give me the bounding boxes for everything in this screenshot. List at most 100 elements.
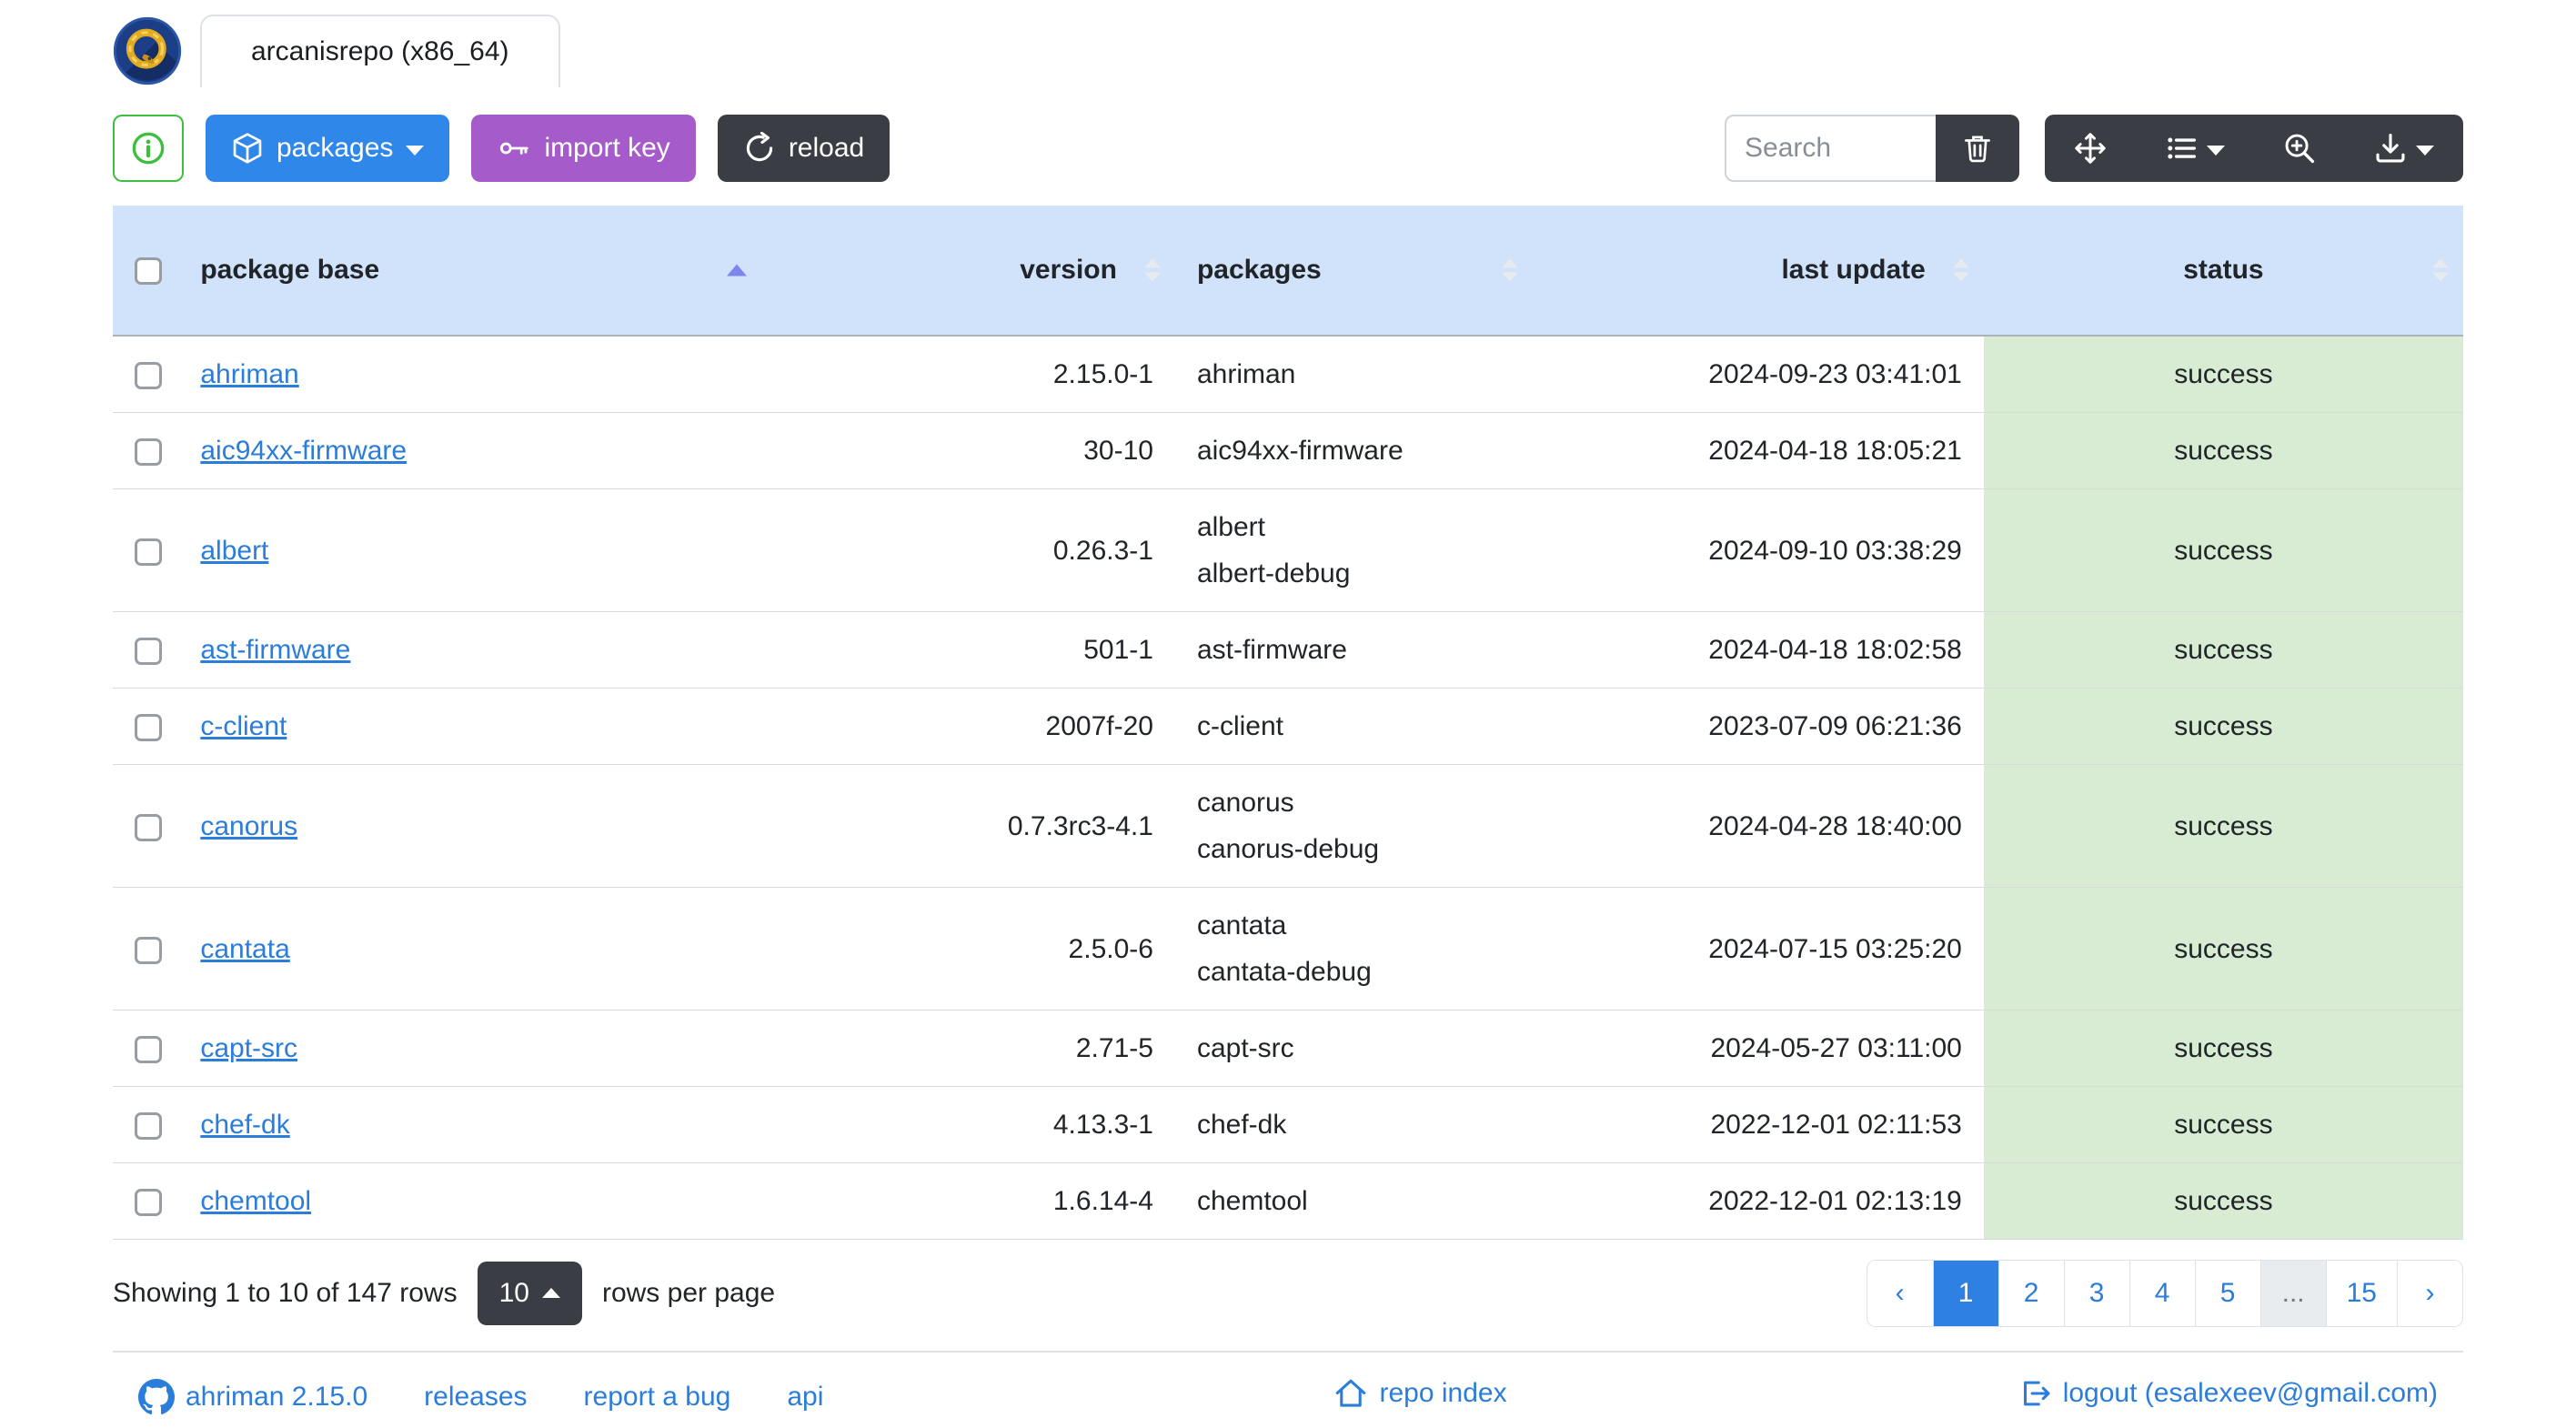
- status-cell: success: [1983, 1086, 2463, 1163]
- row-checkbox[interactable]: [135, 936, 162, 964]
- package-base-link[interactable]: ast-firmware: [200, 635, 350, 665]
- package-base-link[interactable]: albert: [200, 536, 268, 566]
- row-checkbox[interactable]: [135, 813, 162, 841]
- next-page-button[interactable]: ›: [2397, 1261, 2462, 1326]
- row-checkbox[interactable]: [135, 438, 162, 467]
- table-row: capt-src 2.71-5 capt-src 2024-05-27 03:11:0…: [113, 1010, 2463, 1087]
- github-icon: [138, 1379, 175, 1415]
- last-update-cell: 2022-12-01 02:13:19: [1532, 1162, 1984, 1240]
- releases-link[interactable]: releases: [424, 1382, 527, 1413]
- repo-tab[interactable]: arcanisrepo (x86_64): [200, 15, 560, 87]
- reload-button-label: reload: [788, 133, 865, 163]
- delete-button[interactable]: [1936, 115, 2019, 182]
- package-base-cell: ahriman: [178, 335, 762, 413]
- row-checkbox[interactable]: [135, 1112, 162, 1141]
- chevron-up-icon: [541, 1287, 560, 1298]
- footer-left: ahriman 2.15.0 releases report a bug api: [138, 1379, 823, 1415]
- header-last-update[interactable]: last update: [1532, 206, 1984, 337]
- repo-index-label: repo index: [1379, 1378, 1507, 1408]
- package-base-link[interactable]: aic94xx-firmware: [200, 436, 407, 466]
- report-bug-link[interactable]: report a bug: [584, 1382, 731, 1413]
- arrows-move-icon: [2075, 133, 2106, 164]
- packages-dropdown-button[interactable]: packages: [206, 115, 450, 182]
- version-cell: 30-10: [761, 412, 1175, 489]
- package-base-link[interactable]: ahriman: [200, 359, 298, 389]
- page-size-value: 10: [498, 1278, 529, 1308]
- package-base-link[interactable]: chemtool: [200, 1186, 311, 1216]
- row-checkbox[interactable]: [135, 638, 162, 666]
- export-dropdown-button[interactable]: [2345, 115, 2463, 182]
- row-summary: Showing 1 to 10 of 147 rows: [113, 1278, 458, 1308]
- page-button-5[interactable]: 5: [2194, 1261, 2260, 1326]
- header-status[interactable]: status: [1983, 206, 2463, 337]
- api-link[interactable]: api: [787, 1382, 823, 1413]
- table-row: chef-dk 4.13.3-1 chef-dk 2022-12-01 02:11:5…: [113, 1086, 2463, 1163]
- package-base-link[interactable]: chef-dk: [200, 1110, 289, 1140]
- app-logo-icon: [113, 16, 182, 85]
- house-icon: [1336, 1379, 1366, 1407]
- ellipsis-page-button[interactable]: ...: [2259, 1261, 2326, 1326]
- header-package-base[interactable]: package base: [178, 206, 762, 337]
- packages-cell: aic94xx-firmware: [1174, 412, 1533, 489]
- packages-table: package base version packages last updat…: [113, 206, 2463, 1240]
- version-cell: 2007f-20: [761, 688, 1175, 765]
- row-checkbox[interactable]: [135, 714, 162, 742]
- last-update-cell: 2024-04-18 18:02:58: [1532, 611, 1984, 689]
- page-button-3[interactable]: 3: [2063, 1261, 2129, 1326]
- logout-link[interactable]: logout (esalexeev@gmail.com): [2018, 1376, 2438, 1411]
- page-size-dropdown[interactable]: 10: [477, 1262, 582, 1325]
- table-row: ahriman 2.15.0-1 ahriman 2024-09-23 03:41:0…: [113, 335, 2463, 413]
- github-version-link[interactable]: ahriman 2.15.0: [138, 1379, 367, 1415]
- footer: ahriman 2.15.0 releases report a bug api…: [113, 1351, 2463, 1418]
- last-update-cell: 2024-04-28 18:40:00: [1532, 764, 1984, 888]
- page-button-2[interactable]: 2: [1997, 1261, 2064, 1326]
- row-checkbox[interactable]: [135, 1036, 162, 1064]
- package-base-link[interactable]: cantata: [200, 934, 289, 964]
- row-checkbox[interactable]: [135, 362, 162, 390]
- row-select-cell: [113, 887, 179, 1011]
- package-base-cell: c-client: [178, 688, 762, 765]
- status-cell: success: [1983, 764, 2463, 888]
- header-package-base-label: package base: [200, 255, 380, 285]
- last-update-cell: 2024-09-23 03:41:01: [1532, 335, 1984, 413]
- service-info-button[interactable]: [113, 115, 184, 182]
- row-checkbox[interactable]: [135, 538, 162, 566]
- status-cell: success: [1983, 1010, 2463, 1087]
- search-input[interactable]: [1725, 115, 1936, 182]
- row-checkbox[interactable]: [135, 1189, 162, 1217]
- columns-dropdown-button[interactable]: [2136, 115, 2254, 182]
- page-button-4[interactable]: 4: [2128, 1261, 2195, 1326]
- packages-cell: ast-firmware: [1174, 611, 1533, 689]
- package-base-cell: aic94xx-firmware: [178, 412, 762, 489]
- header-version[interactable]: version: [761, 206, 1175, 337]
- package-base-link[interactable]: capt-src: [200, 1033, 297, 1063]
- import-key-button-label: import key: [544, 133, 670, 163]
- package-base-cell: albert: [178, 488, 762, 612]
- package-base-cell: chef-dk: [178, 1086, 762, 1163]
- last-update-cell: 2022-12-01 02:11:53: [1532, 1086, 1984, 1163]
- reload-button[interactable]: reload: [717, 115, 891, 182]
- status-cell: success: [1983, 1162, 2463, 1240]
- repo-index-link[interactable]: repo index: [1333, 1376, 1507, 1411]
- page-button-15[interactable]: 15: [2325, 1261, 2397, 1326]
- last-update-cell: 2023-07-09 06:21:36: [1532, 688, 1984, 765]
- import-key-button[interactable]: import key: [471, 115, 696, 182]
- footer-right: logout (esalexeev@gmail.com): [2018, 1376, 2438, 1418]
- toggle-search-button[interactable]: [2254, 115, 2345, 182]
- page-button-1[interactable]: 1: [1932, 1261, 1998, 1326]
- package-base-link[interactable]: c-client: [200, 711, 287, 741]
- chevron-down-icon: [406, 145, 425, 156]
- prev-page-button[interactable]: ‹: [1867, 1261, 1933, 1326]
- fullscreen-button[interactable]: [2045, 115, 2136, 182]
- header-packages[interactable]: packages: [1174, 206, 1533, 337]
- info-icon: [132, 132, 165, 165]
- package-base-link[interactable]: canorus: [200, 811, 297, 841]
- status-cell: success: [1983, 688, 2463, 765]
- table-row: albert 0.26.3-1 albert albert-debug 2024-09…: [113, 488, 2463, 612]
- select-all-checkbox[interactable]: [135, 257, 162, 286]
- sort-icon: [1952, 258, 1969, 282]
- header-packages-label: packages: [1196, 255, 1322, 285]
- row-select-cell: [113, 488, 179, 612]
- pagination-bar: Showing 1 to 10 of 147 rows 10 rows per …: [113, 1260, 2463, 1327]
- header-status-label: status: [2183, 255, 2264, 285]
